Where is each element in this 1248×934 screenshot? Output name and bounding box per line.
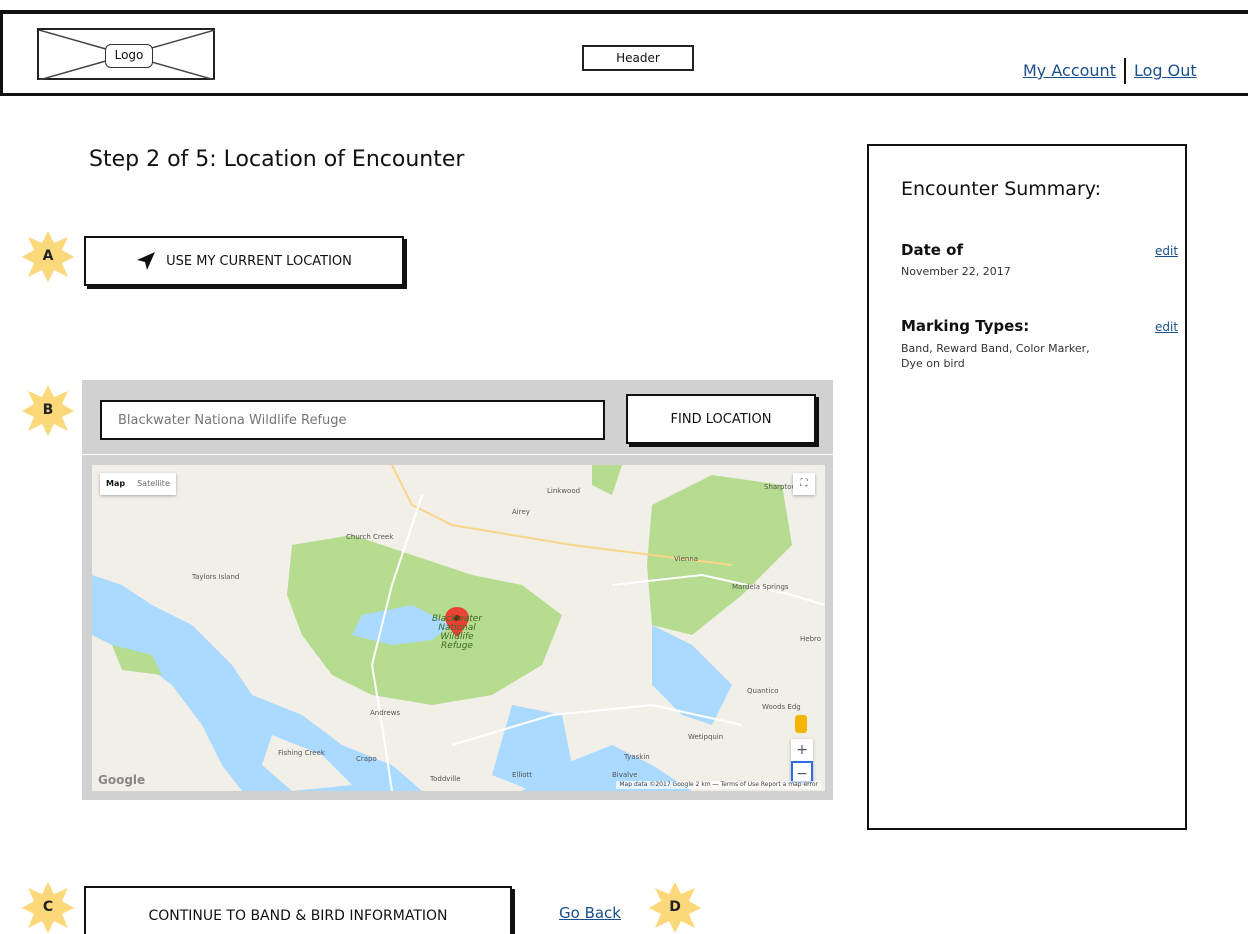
map-type-control: Map Satellite: [100, 473, 176, 495]
zoom-out-button[interactable]: −: [791, 761, 813, 783]
map-label-taylors-island: Taylors Island: [192, 573, 240, 581]
edit-marking-types-link[interactable]: edit: [1155, 320, 1178, 334]
map-label-woods-edge: Woods Edg: [762, 703, 801, 711]
map-label-refuge: Blackwater National Wildlife Refuge: [432, 614, 482, 651]
date-value: November 22, 2017: [901, 265, 1011, 278]
logo-label: Logo: [105, 44, 153, 68]
annotation-marker-d: D: [648, 880, 702, 934]
map-label-crapo: Crapo: [356, 755, 377, 763]
navigation-arrow-icon: [137, 252, 156, 270]
annotation-marker-a: A: [21, 229, 75, 283]
map-attribution[interactable]: Map data ©2017 Google 2 km ⎯⎯ Terms of U…: [616, 781, 821, 789]
map-frame: Linkwood Sharptown Airey Church Creek Ta…: [82, 455, 833, 800]
zoom-control: + −: [791, 739, 813, 783]
location-search-input[interactable]: [100, 400, 605, 440]
annotation-marker-b: B: [21, 383, 75, 437]
map-label-vienna: Vienna: [674, 555, 699, 563]
page-title: Step 2 of 5: Location of Encounter: [89, 147, 465, 172]
map-label-andrews: Andrews: [370, 709, 401, 717]
continue-button[interactable]: CONTINUE TO BAND & BIRD INFORMATION: [84, 886, 512, 934]
header-title: Header: [582, 45, 694, 71]
map-label-linkwood: Linkwood: [547, 487, 581, 495]
header-bar: Logo Header My Account Log Out: [0, 10, 1248, 96]
log-out-link[interactable]: Log Out: [1134, 60, 1197, 82]
map-label-fishing-creek: Fishing Creek: [278, 749, 325, 757]
annotation-label: C: [42, 899, 54, 915]
street-view-pegman-icon[interactable]: [795, 715, 807, 733]
map-label-elliott: Elliott: [512, 771, 533, 779]
map-label-airey: Airey: [512, 508, 530, 516]
go-back-link[interactable]: Go Back: [559, 904, 621, 922]
map-label-toddville: Toddville: [430, 775, 461, 783]
map-type-satellite-tab[interactable]: Satellite: [131, 473, 176, 495]
summary-title: Encounter Summary:: [901, 178, 1102, 200]
link-divider: [1123, 58, 1126, 84]
use-current-location-label: USE MY CURRENT LOCATION: [166, 253, 352, 269]
annotation-label: A: [42, 248, 54, 264]
encounter-summary-panel: Encounter Summary: Date of edit November…: [867, 144, 1187, 830]
date-heading: Date of: [901, 241, 963, 259]
annotation-label: D: [669, 899, 681, 915]
logo[interactable]: Logo: [37, 28, 215, 80]
find-location-button[interactable]: FIND LOCATION: [626, 394, 816, 444]
map-label-wetipquin: Wetipquin: [688, 733, 724, 741]
annotation-label: B: [42, 402, 54, 418]
map-label-mardela-springs: Mardela Springs: [732, 583, 789, 591]
map-label-tyaskin: Tyaskin: [624, 753, 650, 761]
use-current-location-button[interactable]: USE MY CURRENT LOCATION: [84, 236, 404, 286]
annotation-marker-c: C: [21, 880, 75, 934]
account-links: My Account Log Out: [1023, 58, 1197, 84]
map-type-map-tab[interactable]: Map: [100, 473, 131, 495]
edit-date-link[interactable]: edit: [1155, 244, 1178, 258]
google-logo: Google: [98, 773, 146, 787]
map-label-bivalve: Bivalve: [612, 771, 638, 779]
zoom-in-button[interactable]: +: [791, 739, 813, 761]
map-label-church-creek: Church Creek: [346, 533, 394, 541]
map[interactable]: Linkwood Sharptown Airey Church Creek Ta…: [92, 465, 825, 791]
map-label-hebron: Hebro: [800, 635, 822, 643]
map-label-quantico: Quantico: [747, 687, 779, 695]
marking-types-heading: Marking Types:: [901, 317, 1030, 335]
marking-types-value: Band, Reward Band, Color Marker, Dye on …: [901, 342, 1090, 370]
fullscreen-icon[interactable]: ⛶: [793, 473, 815, 495]
my-account-link[interactable]: My Account: [1023, 60, 1116, 82]
